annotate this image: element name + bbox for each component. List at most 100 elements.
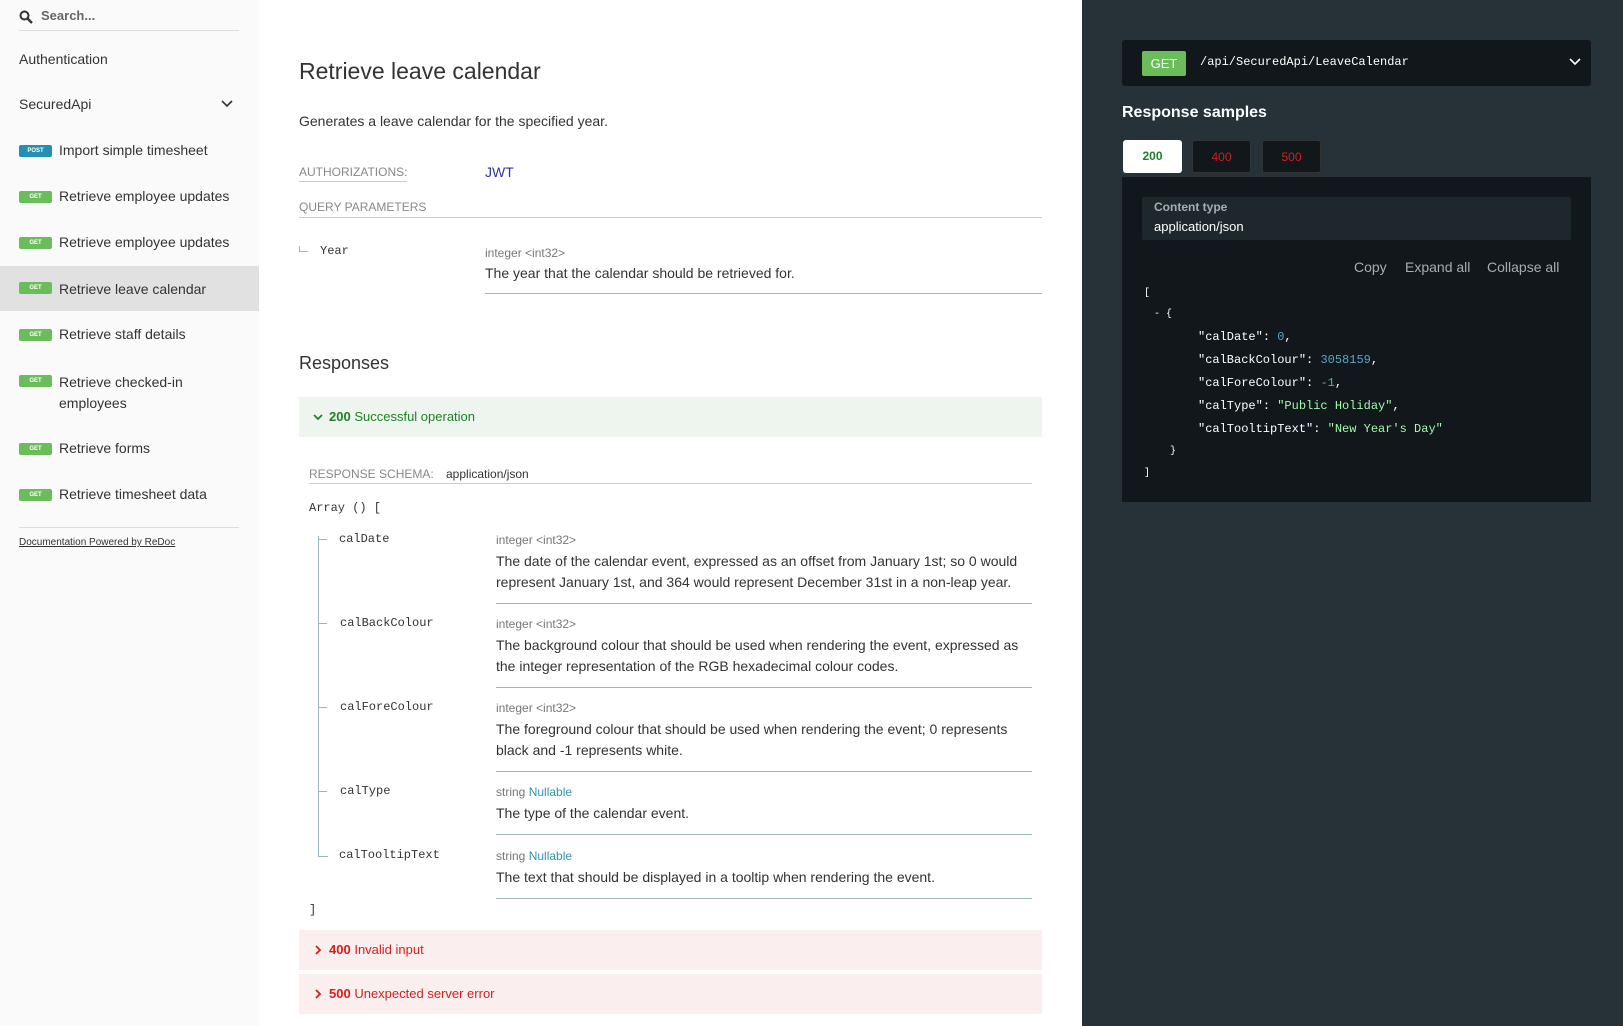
sidebar-item-label: Retrieve employee updates <box>59 234 230 250</box>
divider <box>496 687 1032 688</box>
field-type: integer <int32> <box>496 533 577 547</box>
json-comma: , <box>1284 330 1292 344</box>
sidebar-item-retrieve-staff-details[interactable]: GET Retrieve staff details <box>0 326 259 346</box>
response-sample-panel: Content type application/json Copy Expan… <box>1122 177 1591 502</box>
response-500-toggle[interactable]: 500 Unexpected server error <box>299 974 1042 1014</box>
sidebar-item-authentication[interactable]: Authentication <box>0 51 259 67</box>
sidebar-item-label-line2: employees <box>59 395 127 411</box>
json-open-bracket: [ <box>1144 288 1151 299</box>
operation-description: Generates a leave calendar for the speci… <box>299 113 608 129</box>
tree-connector <box>318 850 328 857</box>
response-400-toggle[interactable]: 400 Invalid input <box>299 930 1042 970</box>
endpoint-toggle[interactable]: GET /api/SecuredApi/LeaveCalendar <box>1122 40 1591 86</box>
divider <box>496 603 1032 604</box>
field-description: The background colour that should be use… <box>496 635 1018 677</box>
sidebar-item-retrieve-leave-calendar[interactable]: GET Retrieve leave calendar <box>0 266 259 311</box>
tree-connector <box>318 788 327 792</box>
powered-by-link[interactable]: Documentation Powered by ReDoc <box>19 537 175 548</box>
field-type: string Nullable <box>496 785 572 799</box>
tab-500[interactable]: 500 <box>1262 140 1321 173</box>
field-type-text: string <box>496 849 526 863</box>
sidebar-item-label: Retrieve checked-in <box>59 374 183 390</box>
json-collapse-toggle[interactable]: - { <box>1154 304 1172 326</box>
array-open: Array () [ <box>309 501 382 515</box>
json-comma: , <box>1370 353 1379 367</box>
post-badge: POST <box>19 145 52 157</box>
tab-400[interactable]: 400 <box>1192 140 1251 173</box>
main-content: Retrieve leave calendar Generates a leav… <box>259 0 1082 1026</box>
param-description: The year that the calendar should be ret… <box>485 265 795 281</box>
json-key: "calDate" <box>1198 330 1263 344</box>
sidebar-item-retrieve-checked-in-employees[interactable]: GET Retrieve checked-in employees <box>0 372 259 414</box>
endpoint-path: /api/SecuredApi/LeaveCalendar <box>1200 55 1409 69</box>
field-type: string Nullable <box>496 849 572 863</box>
divider <box>309 483 1032 484</box>
tree-connector <box>318 620 327 624</box>
field-type-text: string <box>496 785 526 799</box>
response-schema-label: RESPONSE SCHEMA: <box>309 467 434 481</box>
json-entry: "calDate": 0, <box>1198 326 1292 348</box>
field-description: The foreground colour that should be use… <box>496 719 1007 761</box>
divider <box>496 898 1032 899</box>
response-code: 400 <box>329 942 351 957</box>
json-close-bracket: ] <box>1144 468 1151 479</box>
chevron-down-icon <box>221 100 233 108</box>
response-text: Successful operation <box>354 409 476 424</box>
copy-button[interactable]: Copy <box>1354 259 1387 275</box>
content-type-value: application/json <box>1154 219 1244 234</box>
json-value: 3058159 <box>1320 353 1371 367</box>
json-entry: "calForeColour": -1, <box>1198 372 1342 394</box>
field-name-caldate: calDate <box>339 532 390 546</box>
nullable-label: Nullable <box>528 785 573 799</box>
json-value: "Public Holiday" <box>1277 399 1393 413</box>
nullable-label: Nullable <box>528 849 573 863</box>
json-comma: , <box>1334 376 1343 390</box>
search-input[interactable] <box>39 7 238 24</box>
sidebar-item-retrieve-employee-updates[interactable]: GET Retrieve employee updates <box>0 188 259 208</box>
field-description-line1: The background colour that should be use… <box>496 637 1019 653</box>
field-type: integer <int32> <box>496 617 577 631</box>
chevron-down-icon <box>313 414 323 421</box>
content-type-selector[interactable]: Content type application/json <box>1142 197 1571 240</box>
tab-200[interactable]: 200 <box>1123 140 1182 173</box>
divider <box>496 834 1032 835</box>
json-entry: "calBackColour": 3058159, <box>1198 349 1378 371</box>
json-separator: : <box>1262 330 1278 344</box>
get-badge: GET <box>19 489 52 501</box>
chevron-right-icon <box>315 989 322 999</box>
field-name-caltype: calType <box>340 784 391 798</box>
field-description-line2: the integer representation of the RGB he… <box>496 658 899 674</box>
authorizations-value[interactable]: JWT <box>485 164 514 180</box>
sidebar-divider <box>19 527 239 528</box>
sidebar-item-label: Retrieve employee updates <box>59 188 230 204</box>
expand-all-button[interactable]: Expand all <box>1405 259 1470 275</box>
sidebar-item-import-simple-timesheet[interactable]: POST Import simple timesheet <box>0 142 259 162</box>
response-code: 500 <box>329 986 351 1001</box>
collapse-all-button[interactable]: Collapse all <box>1487 259 1559 275</box>
field-description-line1: The date of the calendar event, expresse… <box>496 553 1018 569</box>
sidebar-item-label: Import simple timesheet <box>59 142 208 158</box>
json-key: "calForeColour" <box>1198 376 1307 390</box>
sidebar-item-securedapi[interactable]: SecuredApi <box>0 96 259 112</box>
json-entry: "calTooltipText": "New Year's Day" <box>1198 418 1443 440</box>
json-separator: : <box>1262 399 1278 413</box>
json-value: -1 <box>1320 376 1335 390</box>
divider <box>496 771 1032 772</box>
json-separator: : <box>1306 376 1321 390</box>
response-text: Invalid input <box>354 942 424 957</box>
json-key: "calTooltipText" <box>1198 422 1314 436</box>
param-name-year: Year <box>320 244 349 258</box>
json-key: "calType" <box>1198 399 1263 413</box>
field-name-caltooltiptext: calTooltipText <box>339 848 440 862</box>
sidebar-item-retrieve-forms[interactable]: GET Retrieve forms <box>0 440 259 460</box>
sidebar-item-retrieve-timesheet-data[interactable]: GET Retrieve timesheet data <box>0 486 259 506</box>
response-200-toggle[interactable]: 200 Successful operation <box>299 397 1042 437</box>
field-description-line2: represent January 1st, and 364 would rep… <box>496 574 1012 590</box>
get-badge: GET <box>19 237 52 249</box>
sidebar-item-retrieve-employee-updates-2[interactable]: GET Retrieve employee updates <box>0 234 259 254</box>
field-type: integer <int32> <box>496 701 577 715</box>
json-comma: , <box>1392 399 1400 413</box>
get-badge: GET <box>19 329 52 341</box>
chevron-right-icon <box>315 945 322 955</box>
get-badge: GET <box>19 191 52 203</box>
